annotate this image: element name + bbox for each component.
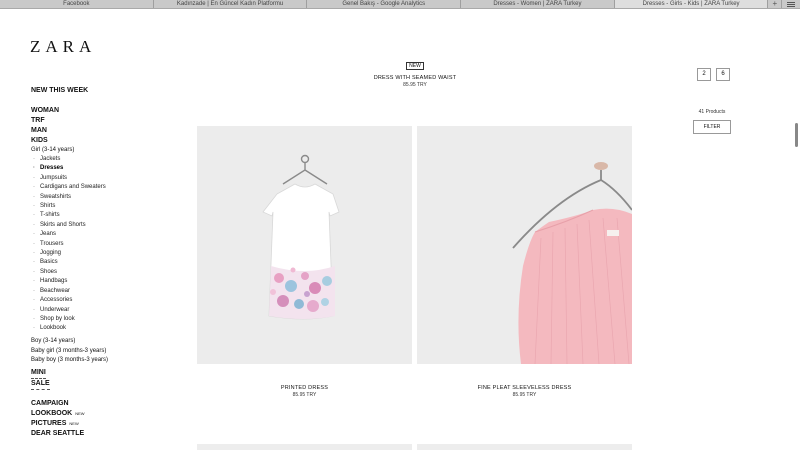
subcategory-item[interactable]: Sweatshirts: [33, 193, 181, 202]
product-caption[interactable]: FINE PLEAT SLEEVELESS DRESS 85.95 TRY: [417, 382, 632, 399]
nav-man[interactable]: MAN: [31, 126, 181, 136]
subcategory-item[interactable]: Jogging: [33, 249, 181, 258]
printed-dress-illustration: [197, 126, 412, 364]
nav-sale[interactable]: SALE: [31, 379, 50, 391]
nav-boy[interactable]: Boy (3-14 years): [31, 337, 181, 347]
subcategory-item[interactable]: Jumpsuits: [33, 174, 181, 183]
new-tab-button[interactable]: +: [768, 0, 783, 8]
subcategory-item[interactable]: Basics: [33, 258, 181, 267]
view-6-columns-button[interactable]: 6: [716, 68, 730, 81]
subcategory-item[interactable]: Shoes: [33, 268, 181, 277]
product-image-pleat-dress[interactable]: [417, 126, 632, 364]
product-image-printed-dress[interactable]: [197, 126, 412, 364]
other-categories: Boy (3-14 years) Baby girl (3 months-3 y…: [31, 337, 181, 366]
subcategory-item[interactable]: Lookbook: [33, 324, 181, 333]
subcategory-item[interactable]: Trousers: [33, 240, 181, 249]
nav-pictures[interactable]: PICTURES: [31, 420, 66, 427]
subcategory-item-active[interactable]: Dresses: [33, 164, 181, 173]
browser-tab[interactable]: Genel Bakış - Google Analytics: [307, 0, 462, 8]
new-tag: NEW: [69, 421, 79, 427]
subcategory-item[interactable]: Beachwear: [33, 287, 181, 296]
product-price: 85.95 TRY: [292, 392, 317, 398]
subcategory-item[interactable]: Jeans: [33, 230, 181, 239]
nav-girl[interactable]: Girl (3-14 years): [31, 146, 181, 155]
mini-sale-links: MINI SALE: [31, 368, 181, 391]
filter-button[interactable]: FILTER: [693, 120, 731, 134]
new-badge: NEW: [406, 62, 424, 70]
product-caption[interactable]: PRINTED DRESS 85.95 TRY: [197, 382, 412, 399]
browser-tab-active[interactable]: Dresses - Girls - Kids | ZARA Turkey: [614, 0, 769, 8]
product-image-next-row[interactable]: [417, 444, 632, 450]
nav-campaign[interactable]: CAMPAIGN: [31, 399, 181, 409]
product-name[interactable]: DRESS WITH SEAMED WAIST: [300, 75, 530, 82]
zara-logo[interactable]: ZARA: [30, 37, 96, 57]
nav-woman[interactable]: WOMAN: [31, 106, 181, 116]
nav-baby-boy[interactable]: Baby boy (3 months-3 years): [31, 356, 181, 366]
product-count: 41 Products: [698, 109, 726, 115]
subcategory-item[interactable]: Cardigans and Sweaters: [33, 183, 181, 192]
nav-baby-girl[interactable]: Baby girl (3 months-3 years): [31, 347, 181, 357]
view-2-columns-button[interactable]: 2: [697, 68, 711, 81]
nav-kids[interactable]: KIDS: [31, 136, 181, 146]
subcategory-list: Jackets Dresses Jumpsuits Cardigans and …: [33, 155, 181, 334]
browser-tab[interactable]: Kadınzade | En Güncel Kadın Platformu: [154, 0, 308, 8]
browser-tab-bar: Facebook Kadınzade | En Güncel Kadın Pla…: [0, 0, 800, 9]
bottom-links: CAMPAIGN LOOKBOOK NEW PICTURES NEW DEAR SE…: [31, 399, 181, 439]
subcategory-item[interactable]: Shirts: [33, 202, 181, 211]
product-name[interactable]: PRINTED DRESS: [197, 385, 412, 392]
nav-dear-seattle[interactable]: DEAR SEATTLE: [31, 429, 181, 439]
nav-lookbook-row: LOOKBOOK NEW: [31, 409, 181, 419]
scrollbar-thumb[interactable]: [795, 123, 798, 147]
nav-trf[interactable]: TRF: [31, 116, 181, 126]
subcategory-item[interactable]: Shop by look: [33, 315, 181, 324]
product-price: 85.95 TRY: [403, 82, 427, 88]
nav-new-this-week[interactable]: NEW THIS WEEK: [31, 86, 181, 96]
subcategory-item[interactable]: Accessories: [33, 296, 181, 305]
subcategory-item[interactable]: T-shirts: [33, 211, 181, 220]
product-price: 85.95 TRY: [512, 392, 537, 398]
browser-tab[interactable]: Facebook: [0, 0, 154, 8]
product-caption-top[interactable]: NEW DRESS WITH SEAMED WAIST 85.95 TRY: [300, 54, 530, 89]
menu-icon[interactable]: [782, 0, 800, 8]
subcategory-item[interactable]: Underwear: [33, 306, 181, 315]
product-name[interactable]: FINE PLEAT SLEEVELESS DRESS: [417, 385, 632, 392]
subcategory-item[interactable]: Jackets: [33, 155, 181, 164]
main-nav: WOMAN TRF MAN KIDS: [31, 106, 181, 146]
browser-tab[interactable]: Dresses - Women | ZARA Turkey: [461, 0, 615, 8]
subcategory-item[interactable]: Handbags: [33, 277, 181, 286]
new-tag: NEW: [75, 411, 85, 417]
nav-pictures-row: PICTURES NEW: [31, 419, 181, 429]
nav-mini[interactable]: MINI: [31, 368, 46, 380]
sidebar-nav: NEW THIS WEEK WOMAN TRF MAN KIDS Girl (3…: [31, 86, 181, 439]
nav-lookbook[interactable]: LOOKBOOK: [31, 410, 72, 417]
subcategory-item[interactable]: Skirts and Shorts: [33, 221, 181, 230]
product-image-next-row[interactable]: [197, 444, 412, 450]
pleat-dress-illustration: [417, 126, 632, 364]
